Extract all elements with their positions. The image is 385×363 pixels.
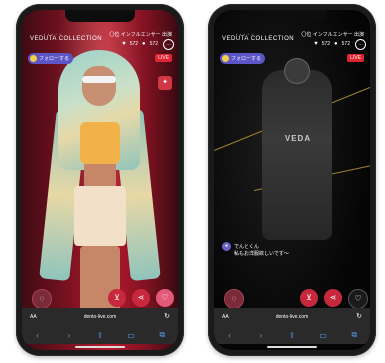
share-icon: ⋖: [329, 293, 337, 302]
chat-username: でんとくん: [234, 243, 259, 250]
model-head: [284, 58, 310, 84]
chat-text: 私もお洋服欲しいです〜: [234, 251, 289, 257]
phone-notch: [65, 10, 135, 22]
chat-icon: ●: [334, 41, 338, 47]
reload-icon[interactable]: ↻: [164, 312, 170, 320]
avatar: [30, 55, 37, 62]
cart-icon: ⊻: [306, 293, 312, 302]
comment-count: 572: [149, 41, 158, 47]
cart-button[interactable]: ⊻: [108, 289, 126, 307]
browser-toolbar: ‹ › ⇪ ▭ ⧉: [22, 326, 178, 344]
chat-message: ● でんとくん 私もお洋服欲しいです〜: [222, 242, 289, 258]
follow-button[interactable]: フォローする: [220, 53, 266, 64]
bookmarks-icon[interactable]: ▭: [313, 331, 333, 340]
bookmarks-icon[interactable]: ▭: [121, 331, 141, 340]
phone-right: VEDA • • • • • VEDUTA COLLECTION 〇位 インフルエ…: [208, 4, 376, 356]
phone-left: • • • • • VEDUTA COLLECTION 〇位 インフルエンサー 出…: [16, 4, 184, 356]
url-text: dento-live.com: [275, 314, 309, 320]
brand-title: • • • • • VEDUTA COLLECTION: [222, 32, 295, 42]
heart-icon: ♡: [161, 293, 169, 302]
heart-icon: ♥: [314, 41, 318, 47]
cart-icon: ⊻: [114, 293, 120, 302]
address-bar[interactable]: AA dento-live.com ↻: [214, 308, 370, 326]
user-avatar: ●: [222, 242, 231, 251]
stream-stats: ♥ 572 ● 572: [122, 41, 158, 47]
live-badge: LIVE: [347, 54, 364, 62]
forward-icon[interactable]: ›: [59, 331, 79, 340]
shirt-print: VEDA: [284, 134, 312, 143]
comment-button[interactable]: ◌: [224, 289, 244, 309]
home-indicator: [267, 346, 317, 348]
heart-icon: ♥: [122, 41, 126, 47]
action-bar: ◌ ⊻ ⋖ ♡: [220, 289, 368, 309]
share-sheet-icon[interactable]: ⇪: [282, 331, 302, 340]
share-button[interactable]: ⋖: [324, 289, 342, 307]
viewer-count: 572: [129, 41, 139, 47]
share-sheet-icon[interactable]: ⇪: [90, 331, 110, 340]
ranking-text: 〇位 インフルエンサー 出演: [301, 32, 364, 38]
more-icon[interactable]: …: [163, 39, 174, 50]
browser-toolbar: ‹ › ⇪ ▭ ⧉: [214, 326, 370, 344]
share-button[interactable]: ⋖: [132, 289, 150, 307]
chat-bubble-icon: ◌: [39, 294, 45, 303]
address-bar[interactable]: AA dento-live.com ↻: [22, 308, 178, 326]
live-badge: LIVE: [155, 54, 172, 62]
url-text: dento-live.com: [83, 314, 117, 320]
model-top: [80, 122, 120, 164]
phone-notch: [257, 10, 327, 22]
action-bar: ◌ ⊻ ⋖ ♡: [28, 289, 174, 309]
gift-icon[interactable]: ✦: [158, 76, 172, 90]
model-figure: [262, 70, 332, 240]
like-button[interactable]: ♡: [348, 289, 368, 309]
stream-stats: ♥ 572 ● 572: [314, 41, 350, 47]
model-face: [82, 66, 116, 106]
share-icon: ⋖: [137, 293, 145, 302]
home-indicator: [75, 346, 125, 348]
brand-title: • • • • • VEDUTA COLLECTION: [30, 32, 103, 42]
back-icon[interactable]: ‹: [220, 331, 240, 340]
model-sunglasses: [82, 76, 116, 83]
like-button[interactable]: ♡: [156, 289, 174, 307]
heart-icon: ♡: [354, 294, 362, 303]
tabs-icon[interactable]: ⧉: [344, 330, 364, 340]
model-midriff: [84, 164, 116, 186]
forward-icon[interactable]: ›: [251, 331, 271, 340]
live-stream-screen: VEDA • • • • • VEDUTA COLLECTION 〇位 インフルエ…: [214, 10, 370, 350]
reload-icon[interactable]: ↻: [356, 312, 362, 320]
avatar: [222, 55, 229, 62]
comment-count: 572: [341, 41, 350, 47]
model-shorts: [74, 186, 126, 246]
follow-label: フォローする: [231, 56, 262, 62]
follow-button[interactable]: フォローする: [28, 53, 74, 64]
ranking-text: 〇位 インフルエンサー 出演: [109, 32, 172, 38]
follow-label: フォローする: [39, 56, 70, 62]
cart-button[interactable]: ⊻: [300, 289, 318, 307]
tabs-icon[interactable]: ⧉: [152, 330, 172, 340]
live-stream-screen: • • • • • VEDUTA COLLECTION 〇位 インフルエンサー 出…: [22, 10, 178, 350]
comment-button[interactable]: ◌: [32, 289, 52, 309]
viewer-count: 572: [321, 41, 331, 47]
chat-icon: ●: [142, 41, 146, 47]
back-icon[interactable]: ‹: [28, 331, 48, 340]
more-icon[interactable]: …: [355, 39, 366, 50]
chat-bubble-icon: ◌: [231, 294, 237, 303]
